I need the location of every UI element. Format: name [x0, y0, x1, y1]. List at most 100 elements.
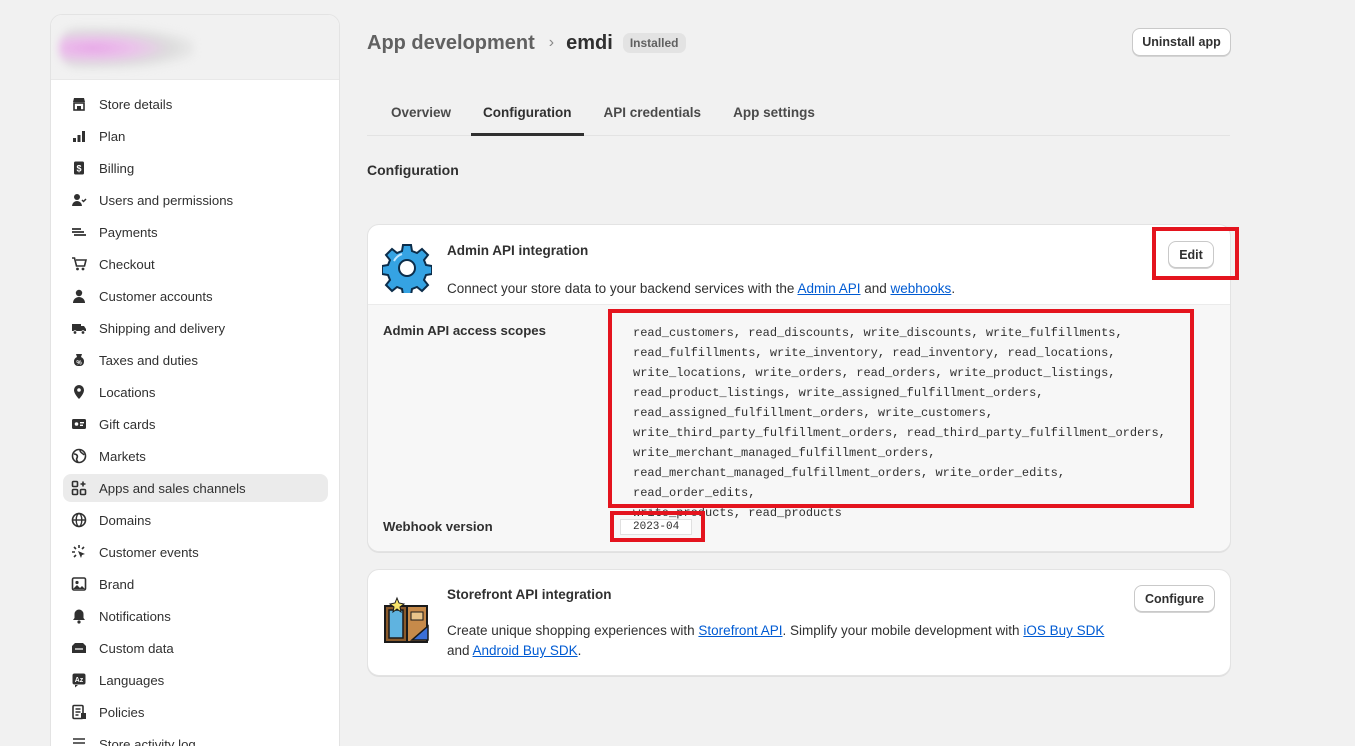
sidebar-item-label: Languages: [99, 672, 165, 688]
scope-line: write_products, read_products: [633, 506, 842, 520]
tab-api-credentials[interactable]: API credentials: [592, 90, 714, 135]
sidebar-item-shipping-and-delivery[interactable]: Shipping and delivery: [63, 314, 328, 342]
store-icon: [71, 96, 87, 112]
person-icon: [71, 288, 87, 304]
svg-text:Az: Az: [75, 677, 84, 684]
tax-icon: %: [71, 352, 87, 368]
configure-button[interactable]: Configure: [1134, 585, 1215, 612]
policies-icon: [71, 704, 87, 720]
webhook-version-label: Webhook version: [383, 519, 493, 534]
desc-text: Connect your store data to your backend …: [447, 281, 798, 296]
data-icon: [71, 640, 87, 656]
desc-text: .: [577, 643, 582, 658]
tab-bar: Overview Configuration API credentials A…: [367, 90, 1230, 136]
sidebar-item-label: Checkout: [99, 256, 155, 272]
settings-sidebar: Store details Plan $ Billing Users and permi…: [50, 14, 340, 746]
scope-line: write_merchant_managed_fulfillment_order…: [633, 446, 936, 460]
tab-app-settings[interactable]: App settings: [721, 90, 827, 135]
brand-icon: [71, 576, 87, 592]
sidebar-item-label: Taxes and duties: [99, 352, 198, 368]
payments-icon: [71, 224, 87, 240]
scopes-label: Admin API access scopes: [383, 323, 546, 338]
scope-line: read_merchant_managed_fulfillment_orders…: [633, 466, 1066, 500]
sidebar-item-label: Plan: [99, 128, 126, 144]
sidebar-item-checkout[interactable]: Checkout: [63, 250, 328, 278]
store-name-redacted: [59, 27, 194, 69]
admin-api-details: Admin API access scopes read_customers, …: [368, 304, 1230, 551]
sidebar-item-label: Brand: [99, 576, 135, 592]
sidebar-item-label: Custom data: [99, 640, 174, 656]
store-header[interactable]: [51, 15, 339, 80]
sidebar-item-label: Payments: [99, 224, 158, 240]
users-icon: [71, 192, 87, 208]
ios-buy-sdk-link[interactable]: iOS Buy SDK: [1023, 623, 1104, 638]
chevron-right-icon: ›: [548, 34, 555, 51]
scopes-list: read_customers, read_discounts, write_di…: [633, 323, 1193, 523]
breadcrumb: App development › emdi Installed: [367, 30, 686, 56]
sidebar-item-label: Domains: [99, 512, 152, 528]
scope-line: write_third_party_fulfillment_orders, re…: [633, 426, 1166, 440]
section-title: Configuration: [367, 162, 459, 178]
storefront-icon: [382, 596, 432, 646]
sidebar-item-domains[interactable]: Domains: [63, 506, 328, 534]
storefront-api-link[interactable]: Storefront API: [698, 623, 782, 638]
bell-icon: [71, 608, 87, 624]
truck-icon: [71, 320, 87, 336]
webhook-version-value: 2023-04: [620, 519, 693, 535]
scope-line: read_product_listings, write_assigned_fu…: [633, 386, 1044, 400]
admin-api-description: Connect your store data to your backend …: [447, 279, 1107, 299]
storefront-api-card: Storefront API integration Create unique…: [367, 569, 1231, 676]
activity-log-icon: [71, 736, 87, 746]
tab-overview[interactable]: Overview: [379, 90, 463, 135]
apps-icon: [71, 480, 87, 496]
sidebar-item-locations[interactable]: Locations: [63, 378, 328, 406]
sidebar-item-gift-cards[interactable]: Gift cards: [63, 410, 328, 438]
scope-line: read_assigned_fulfillment_orders, write_…: [633, 406, 994, 420]
breadcrumb-parent-link[interactable]: App development: [367, 32, 535, 55]
sidebar-item-customer-accounts[interactable]: Customer accounts: [63, 282, 328, 310]
sidebar-item-markets[interactable]: Markets: [63, 442, 328, 470]
sidebar-item-policies[interactable]: Policies: [63, 698, 328, 726]
location-icon: [71, 384, 87, 400]
globe-icon: [71, 448, 87, 464]
android-buy-sdk-link[interactable]: Android Buy SDK: [473, 643, 578, 658]
sidebar-item-label: Policies: [99, 704, 145, 720]
desc-text: Create unique shopping experiences with: [447, 623, 699, 638]
sidebar-item-store-details[interactable]: Store details: [63, 90, 328, 118]
edit-button[interactable]: Edit: [1168, 241, 1214, 268]
sidebar-item-label: Locations: [99, 384, 156, 400]
sidebar-item-label: Customer events: [99, 544, 199, 560]
sidebar-item-label: Customer accounts: [99, 288, 213, 304]
sidebar-item-taxes-and-duties[interactable]: % Taxes and duties: [63, 346, 328, 374]
tab-configuration[interactable]: Configuration: [471, 90, 584, 136]
storefront-api-description: Create unique shopping experiences with …: [447, 621, 1107, 661]
sidebar-item-payments[interactable]: Payments: [63, 218, 328, 246]
sidebar-item-plan[interactable]: Plan: [63, 122, 328, 150]
admin-api-link[interactable]: Admin API: [797, 281, 860, 296]
sidebar-item-label: Billing: [99, 160, 135, 176]
webhooks-link[interactable]: webhooks: [891, 281, 952, 296]
sidebar-item-billing[interactable]: $ Billing: [63, 154, 328, 182]
sidebar-item-store-activity-log[interactable]: Store activity log: [63, 730, 328, 746]
sidebar-item-languages[interactable]: Az Languages: [63, 666, 328, 694]
desc-text: . Simplify your mobile development with: [782, 623, 1024, 638]
plan-icon: [71, 128, 87, 144]
scope-line: write_locations, write_orders, read_orde…: [633, 366, 1116, 380]
sidebar-item-label: Apps and sales channels: [99, 480, 246, 496]
sidebar-item-customer-events[interactable]: Customer events: [63, 538, 328, 566]
desc-text: and: [860, 281, 891, 296]
desc-text: and: [447, 643, 473, 658]
sidebar-item-label: Shipping and delivery: [99, 320, 226, 336]
sidebar-item-label: Notifications: [99, 608, 171, 624]
uninstall-app-button[interactable]: Uninstall app: [1132, 28, 1231, 56]
sidebar-item-users-and-permissions[interactable]: Users and permissions: [63, 186, 328, 214]
sidebar-item-apps-and-sales-channels[interactable]: Apps and sales channels: [63, 474, 328, 502]
sidebar-item-custom-data[interactable]: Custom data: [63, 634, 328, 662]
page-title: emdi: [566, 31, 613, 54]
settings-nav: Store details Plan $ Billing Users and permi…: [63, 90, 328, 746]
language-icon: Az: [71, 672, 87, 688]
cart-icon: [71, 256, 87, 272]
svg-text:%: %: [76, 361, 82, 367]
sidebar-item-notifications[interactable]: Notifications: [63, 602, 328, 630]
sidebar-item-brand[interactable]: Brand: [63, 570, 328, 598]
